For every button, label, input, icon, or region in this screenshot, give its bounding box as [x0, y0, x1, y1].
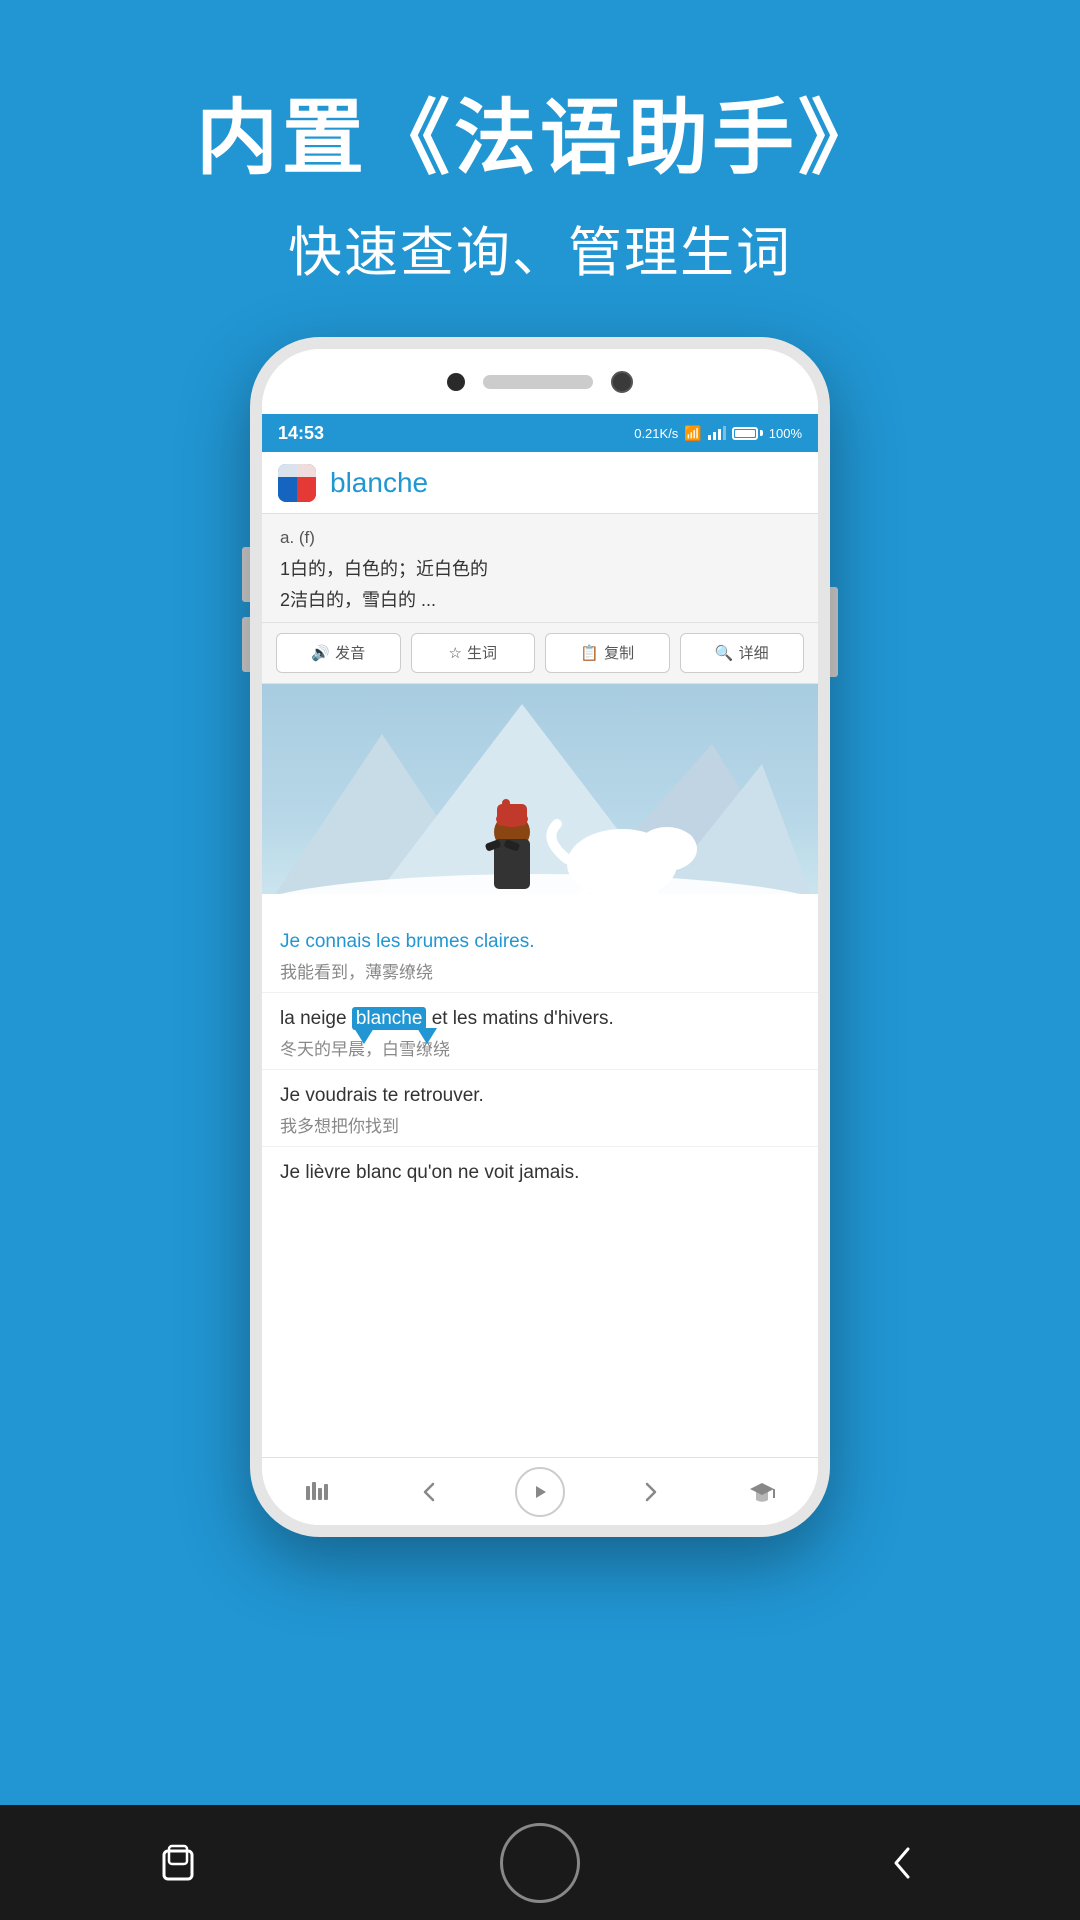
power-button: [830, 587, 838, 677]
volume-button-down: [242, 617, 250, 672]
detail-label: 详细: [739, 642, 769, 663]
def-line2: 2洁白的，雪白的 ...: [280, 585, 800, 616]
copy-label: 复制: [604, 642, 634, 663]
nav-study-button[interactable]: [737, 1467, 787, 1517]
android-back-button[interactable]: [867, 1828, 937, 1898]
graduation-icon: [748, 1478, 776, 1506]
nav-play-button[interactable]: [515, 1467, 565, 1517]
status-right-icons: 0.21K/s 📶: [634, 425, 802, 442]
sentence-3: Je voudrais te retrouver. 我多想把你找到: [262, 1070, 818, 1147]
selection-handle-left: [354, 1028, 374, 1044]
highlighted-word: blanche: [352, 1007, 427, 1030]
status-bar: 14:53 0.21K/s 📶: [262, 414, 818, 452]
main-title: 内置《法语助手》: [196, 90, 884, 188]
app-header: blanche: [262, 452, 818, 514]
sentence-2-part2: et les matins d'hivers.: [432, 1008, 614, 1029]
play-icon: [530, 1482, 550, 1502]
sentence-4-fr: Je lièvre blanc qu'on ne voit jamais.: [280, 1159, 800, 1188]
sentence-2-part1: la neige: [280, 1008, 352, 1029]
phone-mockup: 14:53 0.21K/s 📶: [250, 337, 830, 1537]
android-nav-bar: [0, 1805, 1080, 1920]
copy-button[interactable]: 📋 复制: [545, 633, 670, 673]
app-logo-icon: [278, 464, 316, 502]
def-type: a. (f): [280, 528, 800, 548]
back-icon: [415, 1478, 443, 1506]
recents-icon: [156, 1841, 200, 1885]
app-bottom-nav: [262, 1457, 818, 1525]
phone-top-sensors: [262, 349, 818, 414]
def-line1: 1白的，白色的；近白色的: [280, 554, 800, 585]
pronounce-label: 发音: [335, 642, 365, 663]
star-icon: ☆: [449, 644, 462, 662]
action-buttons-row: 🔊 发音 ☆ 生词 📋 复制 🔍 详细: [262, 623, 818, 684]
sentence-3-fr: Je voudrais te retrouver.: [280, 1082, 800, 1111]
vocab-button[interactable]: ☆ 生词: [411, 633, 536, 673]
definition-area: a. (f) 1白的，白色的；近白色的 2洁白的，雪白的 ...: [262, 514, 818, 622]
sentence-1-zh: 我能看到，薄雾缭绕: [280, 960, 800, 986]
home-icon: [525, 1848, 555, 1878]
vocab-label: 生词: [467, 642, 497, 663]
sub-title: 快速查询、管理生词: [196, 208, 884, 287]
nav-back-icon: [880, 1841, 924, 1885]
copy-icon: 📋: [580, 644, 599, 662]
network-speed: 0.21K/s: [634, 426, 678, 441]
equalizer-icon: [304, 1478, 332, 1506]
status-time: 14:53: [278, 423, 324, 444]
android-recents-button[interactable]: [143, 1828, 213, 1898]
sentences-content: Je connais les brumes claires. 我能看到，薄雾缭绕…: [262, 914, 818, 1458]
nav-next-button[interactable]: [626, 1467, 676, 1517]
pronounce-button[interactable]: 🔊 发音: [276, 633, 401, 673]
wifi-icon: 📶: [684, 425, 701, 442]
sound-icon: 🔊: [311, 644, 330, 662]
phone-screen: 14:53 0.21K/s 📶: [262, 414, 818, 1525]
earpiece: [483, 375, 593, 389]
sentence-3-zh: 我多想把你找到: [280, 1114, 800, 1140]
camera-front: [611, 371, 633, 393]
sentence-4: Je lièvre blanc qu'on ne voit jamais.: [262, 1147, 818, 1188]
detail-button[interactable]: 🔍 详细: [680, 633, 805, 673]
selection-handle-right: [417, 1028, 437, 1044]
search-icon: 🔍: [715, 644, 734, 662]
top-title-area: 内置《法语助手》 快速查询、管理生词: [196, 0, 884, 337]
sentence-2: la neige blanche et les matins d'hivers.…: [262, 993, 818, 1070]
signal-bars: [708, 426, 726, 440]
image-area: [262, 684, 818, 914]
search-word: blanche: [330, 467, 428, 499]
battery-icon: [732, 427, 763, 440]
speaker-dot-left: [447, 373, 465, 391]
forward-icon: [637, 1478, 665, 1506]
sentence-1-fr: Je connais les brumes claires.: [280, 928, 800, 957]
volume-button-up: [242, 547, 250, 602]
nav-equalizer-button[interactable]: [293, 1467, 343, 1517]
nav-prev-button[interactable]: [404, 1467, 454, 1517]
sentence-1: Je connais les brumes claires. 我能看到，薄雾缭绕: [262, 914, 818, 993]
android-home-button[interactable]: [500, 1823, 580, 1903]
battery-percentage: 100%: [769, 426, 802, 441]
